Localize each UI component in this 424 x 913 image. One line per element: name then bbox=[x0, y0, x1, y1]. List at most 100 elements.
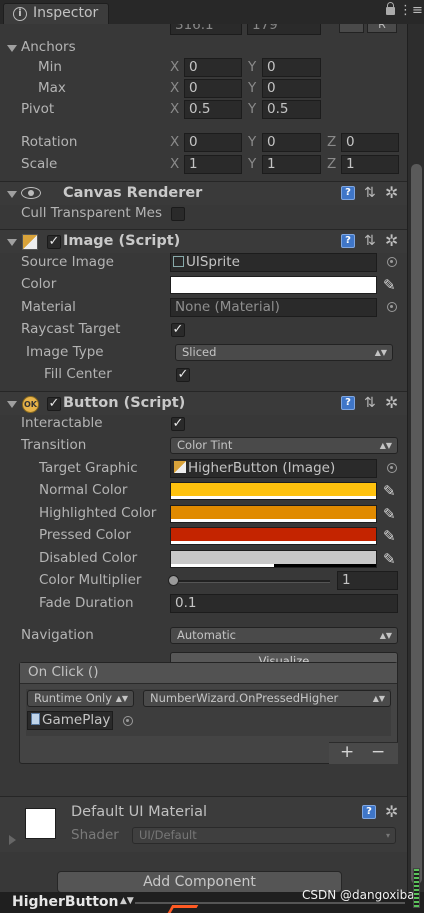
scrollbar-thumb[interactable] bbox=[411, 164, 422, 884]
color-multiplier-slider-track[interactable] bbox=[172, 580, 330, 583]
material-field[interactable]: None (Material) bbox=[170, 298, 377, 317]
on-click-footer: + − bbox=[329, 742, 398, 764]
gear-icon[interactable]: ✲ bbox=[385, 231, 398, 250]
dropdown-arrow-icon: ▲▼ bbox=[372, 694, 385, 703]
tab-menu-icon[interactable]: ⋮≡ bbox=[399, 4, 423, 17]
preview-object-name[interactable]: HigherButton bbox=[12, 894, 119, 910]
button-script-foldout-icon[interactable] bbox=[7, 401, 17, 408]
canvas-renderer-header[interactable]: Canvas Renderer ? ⇅ ✲ bbox=[0, 181, 407, 205]
disabled-color-swatch[interactable] bbox=[170, 550, 377, 568]
button-enabled-checkbox[interactable]: ✓ bbox=[47, 397, 61, 411]
runtime-dropdown[interactable]: Runtime Only ▲▼ bbox=[27, 690, 134, 707]
canvas-renderer-title: Canvas Renderer bbox=[63, 185, 203, 201]
image-type-dropdown[interactable]: Sliced ▲▼ bbox=[175, 344, 393, 361]
fade-duration-field[interactable]: 0.1 bbox=[170, 594, 398, 613]
button-script-title: Button (Script) bbox=[63, 395, 186, 411]
navigation-dropdown[interactable]: Automatic ▲▼ bbox=[170, 627, 398, 644]
function-dropdown[interactable]: NumberWizard.OnPressedHigher ▲▼ bbox=[143, 690, 391, 707]
shader-dropdown[interactable]: UI/Default ▾ bbox=[132, 827, 396, 844]
image-component-icon bbox=[174, 461, 186, 473]
target-object-field[interactable]: GamePlay bbox=[27, 711, 113, 730]
rotation-z-field[interactable]: 0 bbox=[341, 133, 399, 152]
help-icon[interactable]: ? bbox=[341, 234, 355, 248]
image-script-foldout-icon[interactable] bbox=[7, 239, 17, 246]
canvas-renderer-foldout-icon[interactable] bbox=[7, 191, 17, 198]
navigation-value: Automatic bbox=[177, 628, 236, 642]
object-picker-icon[interactable] bbox=[387, 463, 397, 473]
anchors-foldout-icon[interactable] bbox=[7, 45, 17, 52]
pressed-color-row: Pressed Color ✎ bbox=[0, 525, 407, 547]
pivot-y-field[interactable]: 0.5 bbox=[262, 100, 321, 119]
scale-label: Scale bbox=[21, 156, 58, 172]
eyedropper-icon[interactable]: ✎ bbox=[383, 482, 396, 500]
transition-dropdown[interactable]: Color Tint ▲▼ bbox=[170, 437, 398, 454]
inspector-tab-bar: i Inspector ⋮≡ bbox=[0, 0, 424, 24]
min-y-field[interactable]: 0 bbox=[262, 58, 321, 77]
inspector-scrollbar[interactable] bbox=[407, 24, 424, 892]
anchors-row[interactable]: Anchors bbox=[0, 37, 407, 59]
interactable-row: Interactable ✓ bbox=[0, 413, 407, 435]
scale-y-field[interactable]: 1 bbox=[262, 155, 321, 174]
gear-icon[interactable]: ✲ bbox=[385, 183, 398, 202]
object-picker-icon[interactable] bbox=[387, 257, 397, 267]
navigation-row: Navigation Automatic ▲▼ bbox=[0, 625, 407, 647]
function-value: NumberWizard.OnPressedHigher bbox=[150, 691, 339, 705]
pivot-x-field[interactable]: 0.5 bbox=[184, 100, 242, 119]
pressed-color-label: Pressed Color bbox=[39, 527, 131, 543]
button-script-header[interactable]: OK ✓ Button (Script) ? ⇅ ✲ bbox=[0, 391, 407, 415]
target-graphic-field[interactable]: HigherButton (Image) bbox=[170, 459, 377, 478]
color-swatch[interactable] bbox=[170, 276, 377, 294]
color-multiplier-field[interactable]: 1 bbox=[337, 571, 398, 590]
add-component-button[interactable]: Add Component bbox=[57, 871, 342, 892]
min-x-field[interactable]: 0 bbox=[184, 58, 242, 77]
eyedropper-icon[interactable]: ✎ bbox=[383, 550, 396, 568]
pos-y-field[interactable]: 179 bbox=[247, 24, 321, 35]
on-click-entry: Runtime Only ▲▼ NumberWizard.OnPressedHi… bbox=[26, 689, 391, 736]
max-x-label: X bbox=[170, 80, 180, 96]
material-foldout-icon[interactable] bbox=[9, 835, 16, 845]
rotation-x-field[interactable]: 0 bbox=[184, 133, 242, 152]
highlighted-color-swatch[interactable] bbox=[170, 505, 377, 523]
interactable-checkbox[interactable]: ✓ bbox=[171, 417, 185, 431]
fill-center-checkbox[interactable]: ✓ bbox=[176, 368, 190, 382]
alpha-bar bbox=[171, 564, 274, 567]
object-picker-icon[interactable] bbox=[123, 716, 133, 726]
object-picker-icon[interactable] bbox=[387, 302, 397, 312]
scale-z-field[interactable]: 1 bbox=[341, 155, 399, 174]
help-icon[interactable]: ? bbox=[341, 396, 355, 410]
eyedropper-icon[interactable]: ✎ bbox=[383, 505, 396, 523]
presets-icon[interactable]: ⇅ bbox=[364, 185, 376, 201]
image-script-header[interactable]: ✓ Image (Script) ? ⇅ ✲ bbox=[0, 229, 407, 253]
gear-icon[interactable]: ✲ bbox=[385, 393, 398, 412]
preview-dropdown-arrow-icon[interactable]: ▲▼ bbox=[120, 896, 134, 906]
rotation-y-field[interactable]: 0 bbox=[262, 133, 321, 152]
eyedropper-icon[interactable]: ✎ bbox=[383, 527, 396, 545]
remove-listener-button[interactable]: − bbox=[371, 742, 385, 762]
pressed-color-swatch[interactable] bbox=[170, 527, 377, 545]
max-y-field[interactable]: 0 bbox=[262, 79, 321, 98]
color-label: Color bbox=[21, 276, 57, 292]
resize-grip-icon[interactable] bbox=[413, 868, 420, 908]
image-enabled-checkbox[interactable]: ✓ bbox=[47, 235, 61, 249]
raycast-row: Raycast Target ✓ bbox=[0, 319, 407, 341]
raycast-checkbox[interactable]: ✓ bbox=[171, 323, 185, 337]
help-icon[interactable]: ? bbox=[362, 805, 376, 819]
cull-transparent-checkbox[interactable] bbox=[171, 207, 185, 221]
gear-icon[interactable]: ✲ bbox=[385, 802, 398, 821]
blueprint-mode-button[interactable] bbox=[339, 24, 364, 33]
pos-x-field[interactable]: 316.1 bbox=[170, 24, 242, 35]
help-icon[interactable]: ? bbox=[341, 186, 355, 200]
color-multiplier-slider-thumb[interactable] bbox=[168, 575, 179, 586]
presets-icon[interactable]: ⇅ bbox=[364, 233, 376, 249]
raw-edit-button[interactable]: R bbox=[367, 24, 397, 33]
add-listener-button[interactable]: + bbox=[340, 742, 354, 762]
tab-inspector[interactable]: i Inspector bbox=[3, 3, 109, 24]
scale-x-field[interactable]: 1 bbox=[184, 155, 242, 174]
eyedropper-icon[interactable]: ✎ bbox=[383, 276, 396, 294]
max-x-field[interactable]: 0 bbox=[184, 79, 242, 98]
presets-icon[interactable]: ⇅ bbox=[364, 395, 376, 411]
source-image-field[interactable]: UISprite bbox=[170, 253, 377, 272]
color-multiplier-row: Color Multiplier 1 bbox=[0, 570, 407, 592]
rect-transform-top-row: 316.1 179 R bbox=[0, 24, 407, 37]
normal-color-swatch[interactable] bbox=[170, 482, 377, 500]
